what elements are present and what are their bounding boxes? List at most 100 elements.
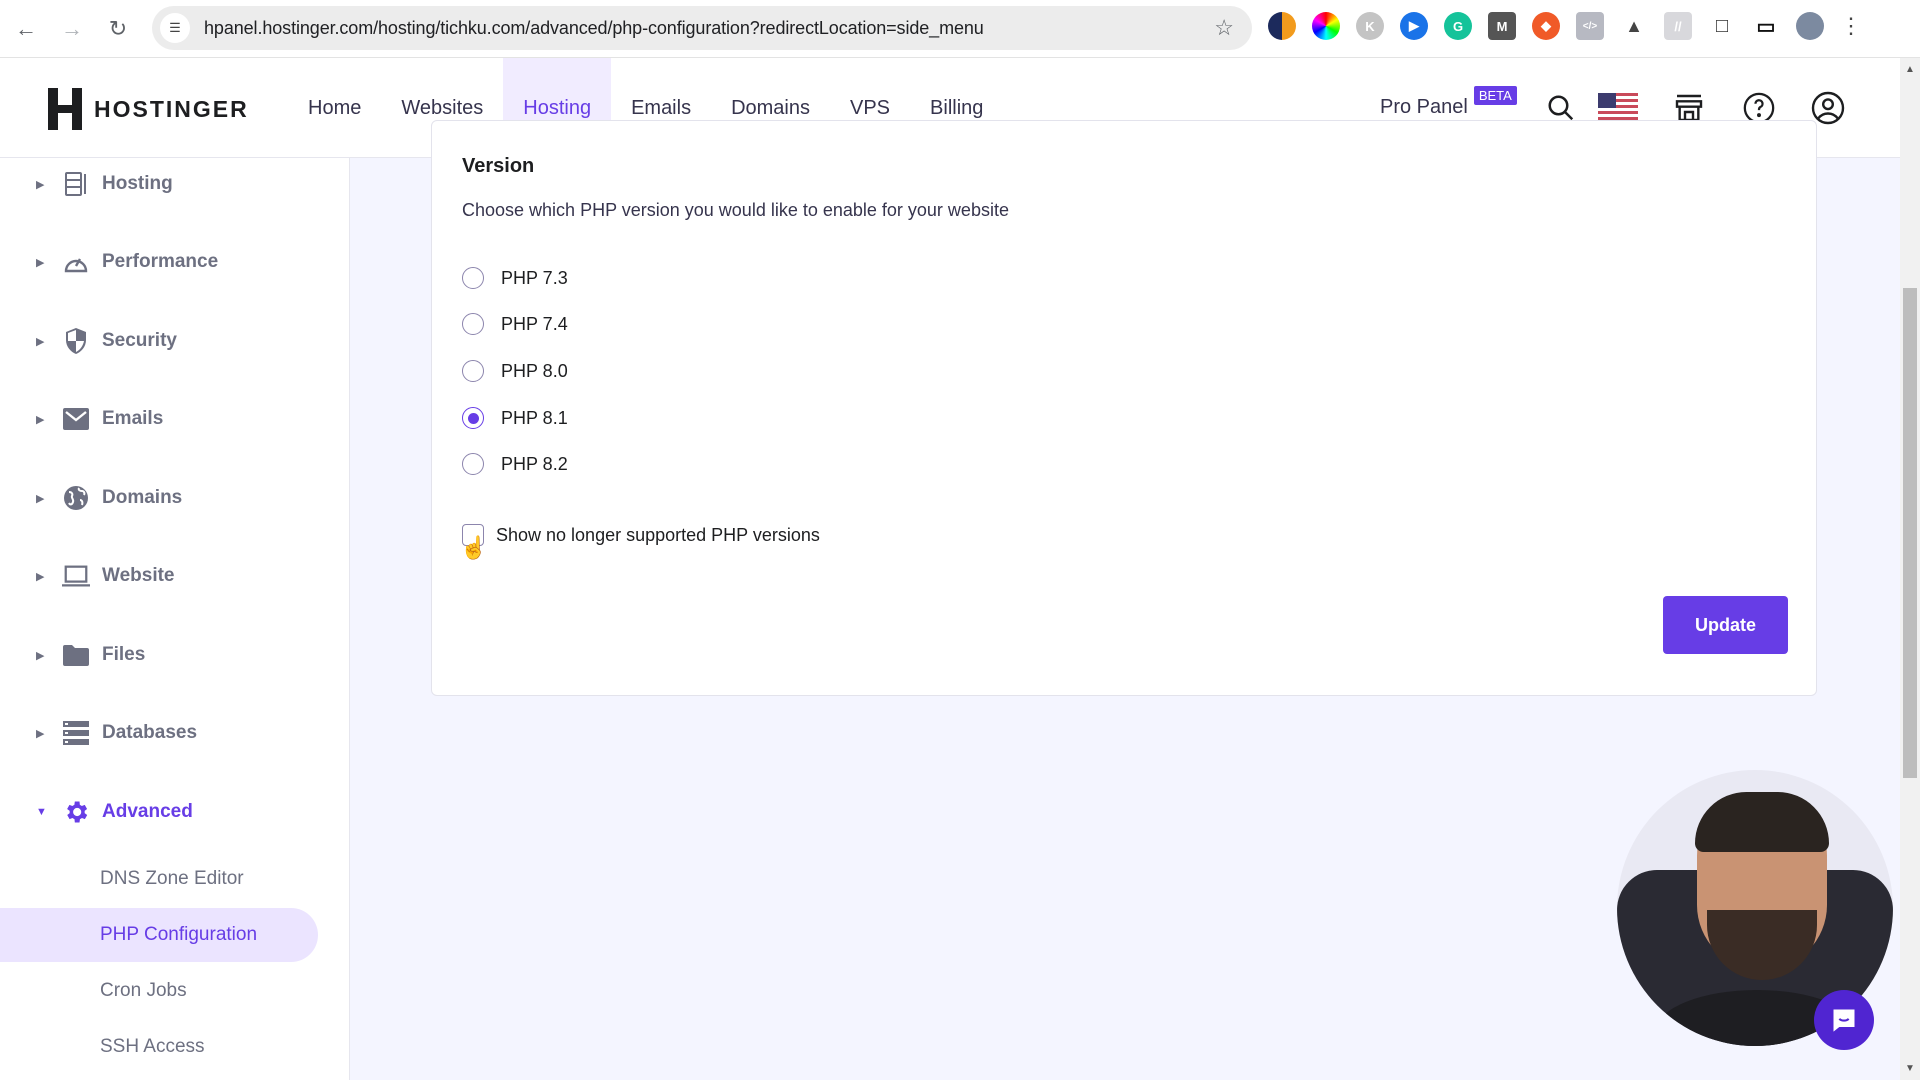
a-extension-icon[interactable]: ▲ — [1620, 12, 1648, 40]
radio-button[interactable] — [462, 453, 484, 475]
sidebar-item-label: Hosting — [102, 173, 173, 194]
php-version-label: PHP 7.3 — [501, 267, 568, 288]
sidebar-item-performance[interactable]: ▶ Performance — [36, 242, 218, 282]
browser-menu-icon[interactable]: ⋮ — [1840, 13, 1862, 39]
k-extension-icon[interactable]: K — [1356, 12, 1384, 40]
bookmark-star-icon[interactable]: ☆ — [1214, 15, 1234, 41]
php-version-option[interactable]: PHP 8.2 — [462, 453, 568, 475]
scroll-thumb[interactable] — [1903, 288, 1917, 778]
php-version-label: PHP 8.1 — [501, 407, 568, 428]
php-version-label: PHP 7.4 — [501, 313, 568, 334]
database-icon — [62, 719, 90, 747]
profile-avatar[interactable] — [1796, 12, 1824, 40]
php-version-option[interactable]: PHP 7.3 — [462, 267, 568, 289]
sidebar-item-security[interactable]: ▶ Security — [36, 321, 177, 361]
scroll-up-arrow-icon[interactable]: ▲ — [1905, 64, 1915, 75]
chat-icon — [1833, 1009, 1855, 1032]
page-scrollbar[interactable]: ▲ ▼ — [1900, 58, 1920, 1080]
caret-right-icon: ▶ — [36, 492, 45, 505]
radio-button[interactable] — [462, 267, 484, 289]
nav-home[interactable]: Home — [288, 58, 381, 158]
side-panel-icon[interactable]: ▭ — [1752, 12, 1780, 40]
scroll-down-arrow-icon[interactable]: ▼ — [1905, 1063, 1915, 1074]
site-settings-icon[interactable]: ☰ — [160, 13, 190, 43]
folder-icon — [62, 641, 90, 669]
pro-panel-label: Pro Panel — [1380, 96, 1468, 118]
envelope-icon — [62, 405, 90, 433]
caret-right-icon: ▶ — [36, 256, 45, 269]
forward-button[interactable]: → — [52, 9, 92, 49]
sidebar: ▶ Hosting ▶ Performance ▶ Security ▶ Ema… — [0, 158, 350, 1080]
browser-toolbar: ← → ↻ ☰ hpanel.hostinger.com/hosting/tic… — [0, 0, 1920, 58]
slash-extension-icon[interactable]: // — [1664, 12, 1692, 40]
grammarly-extension-icon[interactable]: G — [1444, 12, 1472, 40]
sidebar-item-label: Website — [102, 565, 175, 586]
show-unsupported-label: Show no longer supported PHP versions — [496, 524, 820, 545]
caret-right-icon: ▶ — [36, 649, 45, 662]
php-version-option[interactable]: PHP 7.4 — [462, 313, 568, 335]
section-description: Choose which PHP version you would like … — [462, 200, 1009, 220]
sidebar-item-hosting[interactable]: ▶ Hosting — [36, 164, 173, 204]
beta-badge: BETA — [1473, 86, 1517, 105]
sidebar-subitem-php-configuration[interactable]: PHP Configuration — [0, 908, 318, 962]
reload-button[interactable]: ↻ — [98, 9, 138, 49]
sidebar-item-label: Emails — [102, 408, 164, 429]
show-unsupported-option[interactable]: Show no longer supported PHP versions — [462, 524, 820, 546]
caret-right-icon: ▶ — [36, 178, 45, 191]
webcam-hair — [1695, 792, 1829, 852]
hostinger-logo[interactable]: HOSTINGER — [48, 88, 249, 130]
sidebar-item-label: Security — [102, 330, 177, 351]
caret-right-icon: ▶ — [36, 570, 45, 583]
color-picker-extension-icon[interactable] — [1312, 12, 1340, 40]
live-chat-button[interactable] — [1814, 990, 1874, 1050]
extensions-row: K ▶ G M ◆ </> ▲ // □ ▭ ⋮ — [1268, 12, 1862, 40]
code-extension-icon[interactable]: </> — [1576, 12, 1604, 40]
sidebar-item-website[interactable]: ▶ Website — [36, 556, 175, 596]
server-icon — [62, 170, 90, 198]
php-version-label: PHP 8.2 — [501, 453, 568, 474]
sidebar-item-label: Files — [102, 644, 146, 665]
radio-button[interactable] — [462, 360, 484, 382]
pro-panel-link[interactable]: Pro Panel BETA — [1380, 86, 1517, 119]
laptop-icon — [62, 562, 90, 590]
sidebar-item-label: Domains — [102, 487, 183, 508]
sidebar-item-domains[interactable]: ▶ Domains — [36, 478, 182, 518]
hostinger-logo-icon — [48, 88, 82, 130]
php-version-card: Version Choose which PHP version you wou… — [431, 120, 1817, 696]
url-text[interactable]: hpanel.hostinger.com/hosting/tichku.com/… — [204, 18, 984, 39]
section-title: Version — [462, 155, 535, 177]
sidebar-subitem-dns-zone-editor[interactable]: DNS Zone Editor — [0, 852, 318, 906]
gear-icon — [62, 798, 90, 826]
hand-cursor-icon: ☝ — [460, 535, 488, 560]
globe-icon — [62, 484, 90, 512]
address-bar[interactable]: ☰ hpanel.hostinger.com/hosting/tichku.co… — [152, 6, 1252, 50]
m-extension-icon[interactable]: M — [1488, 12, 1516, 40]
sidebar-item-files[interactable]: ▶ Files — [36, 635, 145, 675]
extension-1-icon[interactable] — [1268, 12, 1296, 40]
shield-icon — [62, 327, 90, 355]
php-version-option[interactable]: PHP 8.0 — [462, 360, 568, 382]
sidebar-subitem-cron-jobs[interactable]: Cron Jobs — [0, 964, 318, 1018]
caret-right-icon: ▶ — [36, 335, 45, 348]
play-extension-icon[interactable]: ▶ — [1400, 12, 1428, 40]
sidebar-item-databases[interactable]: ▶ Databases — [36, 713, 197, 753]
radio-button[interactable] — [462, 313, 484, 335]
sidebar-item-label: Advanced — [102, 801, 193, 822]
back-button[interactable]: ← — [6, 9, 46, 49]
php-version-option[interactable]: PHP 8.1 — [462, 407, 568, 429]
php-version-label: PHP 8.0 — [501, 360, 568, 381]
radio-button-selected[interactable] — [462, 407, 484, 429]
fox-extension-icon[interactable]: ◆ — [1532, 12, 1560, 40]
sidebar-item-advanced[interactable]: ▼ Advanced — [36, 792, 193, 832]
caret-right-icon: ▶ — [36, 413, 45, 426]
extensions-puzzle-icon[interactable]: □ — [1708, 12, 1736, 40]
update-button[interactable]: Update — [1663, 596, 1788, 654]
caret-right-icon: ▶ — [36, 727, 45, 740]
sidebar-item-emails[interactable]: ▶ Emails — [36, 399, 163, 439]
speedometer-icon — [62, 248, 90, 276]
brand-name: HOSTINGER — [94, 95, 249, 122]
caret-down-icon: ▼ — [36, 806, 47, 818]
sidebar-subitem-ssh-access[interactable]: SSH Access — [0, 1020, 318, 1074]
sidebar-item-label: Databases — [102, 722, 198, 743]
sidebar-item-label: Performance — [102, 251, 219, 272]
